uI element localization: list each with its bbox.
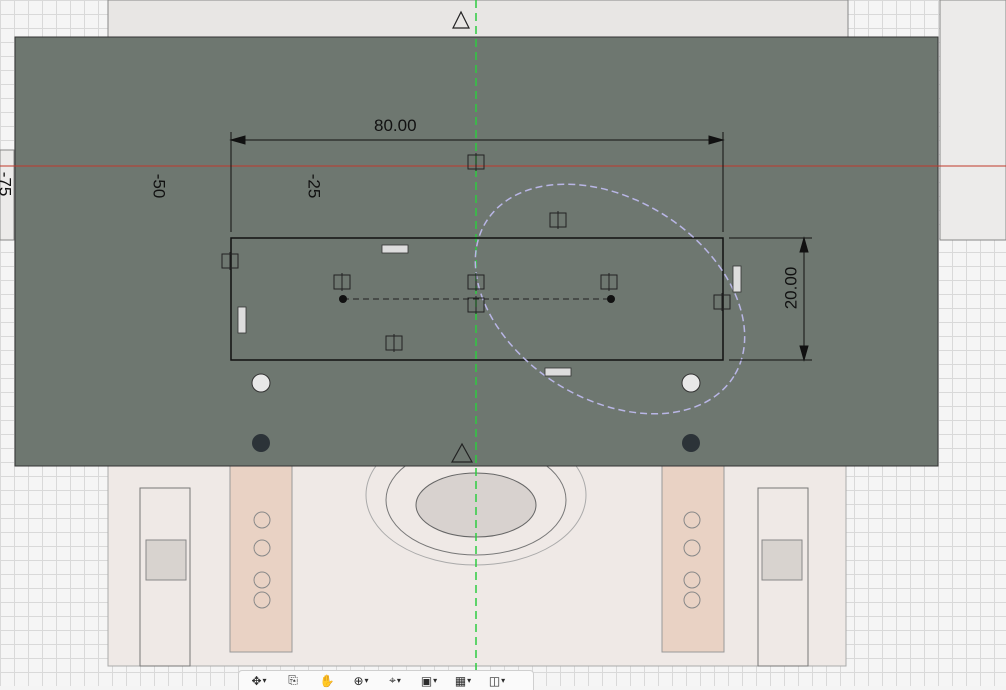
right-chip xyxy=(761,539,803,581)
grid-icon: ▦ xyxy=(454,673,467,688)
model-scene[interactable] xyxy=(0,0,1006,686)
chevron-down-icon[interactable]: ▾ xyxy=(397,676,401,685)
chevron-down-icon[interactable]: ▾ xyxy=(365,676,369,685)
pan-hand-icon: ✋ xyxy=(319,673,335,688)
hole-bottom-left xyxy=(252,434,270,452)
sketch-point-left xyxy=(339,295,347,303)
offset-dimension-50[interactable]: -50 xyxy=(148,174,168,199)
right-frame xyxy=(939,0,1006,241)
hole-top-right xyxy=(681,373,701,393)
hole-bottom-right xyxy=(682,434,700,452)
viewports-icon: ◫ xyxy=(488,673,501,688)
orbit-icon: ✥ xyxy=(251,673,262,688)
pan-tool[interactable]: ✋ xyxy=(313,673,341,689)
look-at-tool[interactable]: ⎘ xyxy=(279,673,307,689)
chevron-down-icon[interactable]: ▾ xyxy=(263,676,267,685)
vertical-constraint-icon xyxy=(237,306,247,334)
left-rail xyxy=(229,465,293,653)
viewports[interactable]: ◫ ▾ xyxy=(483,673,511,689)
left-chip xyxy=(145,539,187,581)
chevron-down-icon[interactable]: ▾ xyxy=(501,676,505,685)
orbit-tool[interactable]: ✥ ▾ xyxy=(245,673,273,689)
right-rail xyxy=(661,465,725,653)
chevron-down-icon[interactable]: ▾ xyxy=(467,676,471,685)
zoom-icon: ⊕ xyxy=(353,673,364,688)
sketch-point-right xyxy=(607,295,615,303)
zoom-tool[interactable]: ⊕ ▾ xyxy=(347,673,375,689)
navigation-toolbar: ✥ ▾ ⎘ ✋ ⊕ ▾ ⌖ ▾ ▣ ▾ ▦ ▾ ◫ ▾ xyxy=(238,670,534,690)
vertical-constraint-icon xyxy=(732,265,742,293)
grid-settings[interactable]: ▦ ▾ xyxy=(449,673,477,689)
height-dimension-label[interactable]: 20.00 xyxy=(781,267,801,310)
width-dimension-label[interactable]: 80.00 xyxy=(374,116,417,136)
display-settings-icon: ▣ xyxy=(420,673,433,688)
horizontal-constraint-icon xyxy=(381,244,409,254)
top-board xyxy=(107,0,849,41)
horizontal-constraint-icon xyxy=(544,367,572,377)
offset-dimension-25[interactable]: -25 xyxy=(303,174,323,199)
fit-tool[interactable]: ⌖ ▾ xyxy=(381,673,409,689)
display-settings[interactable]: ▣ ▾ xyxy=(415,673,443,689)
offset-dimension-75[interactable]: -75 xyxy=(0,172,14,197)
chevron-down-icon[interactable]: ▾ xyxy=(433,676,437,685)
hole-top-left xyxy=(251,373,271,393)
design-canvas[interactable]: 80.00 20.00 -50 -25 -75 ✥ ▾ ⎘ ✋ ⊕ ▾ ⌖ ▾ ▣ ▾ … xyxy=(0,0,1006,690)
